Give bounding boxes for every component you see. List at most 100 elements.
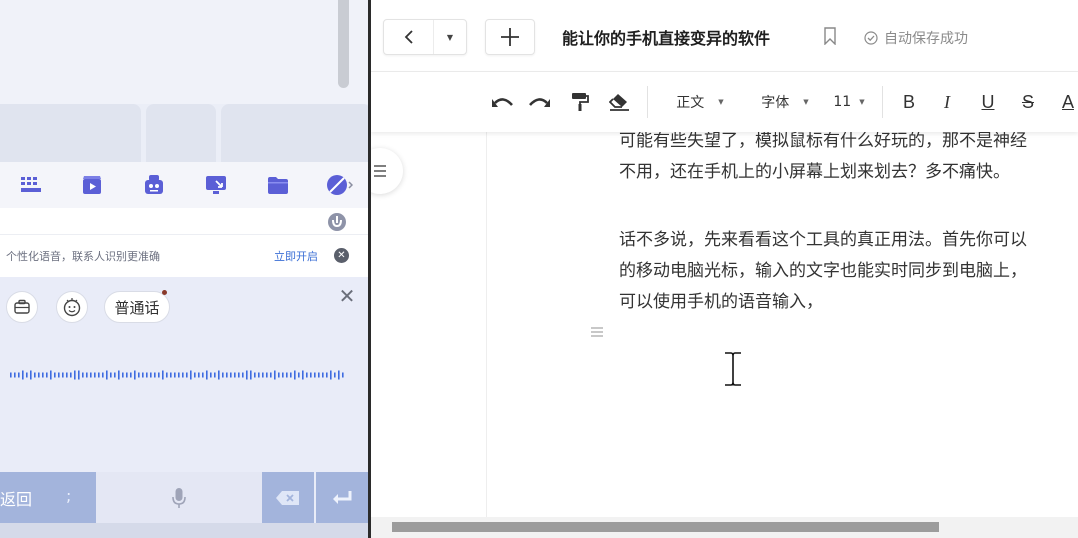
- waveform-bar: [274, 370, 276, 380]
- back-button[interactable]: [384, 20, 434, 54]
- font-family-label: 字体: [761, 95, 790, 111]
- bookmark-icon[interactable]: [823, 27, 837, 45]
- robot-face-icon[interactable]: [140, 171, 168, 199]
- microphone-icon: [172, 487, 186, 508]
- strikethrough-button[interactable]: S: [1017, 90, 1039, 114]
- horizontal-scrollbar[interactable]: [371, 517, 1078, 538]
- waveform-bar: [122, 372, 124, 378]
- text-color-button[interactable]: A: [1057, 90, 1078, 114]
- waveform-bar: [162, 370, 164, 380]
- toolbox-button[interactable]: [6, 291, 38, 323]
- voice-effect-button[interactable]: [56, 291, 88, 323]
- waveform-bar: [206, 370, 208, 380]
- waveform-bar: [114, 372, 116, 378]
- outline-toggle-button[interactable]: [371, 148, 403, 194]
- underline-button[interactable]: U: [977, 90, 999, 114]
- save-status: 自动保存成功: [864, 28, 968, 48]
- waveform-bar: [226, 372, 228, 378]
- waveform-bar: [270, 372, 272, 378]
- notification-dot: [162, 290, 167, 295]
- waveform-bar: [22, 370, 24, 380]
- document-title[interactable]: 能让你的手机直接变异的软件: [562, 25, 770, 49]
- waveform-bar: [26, 372, 28, 378]
- history-dropdown-button[interactable]: ▼: [434, 20, 466, 54]
- menu-lines-icon: [374, 165, 386, 177]
- undo-icon: [492, 98, 513, 107]
- screen-cast-icon[interactable]: [202, 171, 230, 199]
- horizontal-scrollbar-thumb[interactable]: [392, 522, 939, 532]
- waveform-bar: [102, 372, 104, 378]
- waveform-bar: [50, 370, 52, 380]
- toolbar-separator: [882, 86, 883, 118]
- candidate-tile-3[interactable]: [221, 104, 368, 162]
- navigation-group: ▼: [383, 19, 467, 55]
- banner-close-icon[interactable]: ✕: [334, 248, 349, 263]
- folder-icon[interactable]: [264, 171, 292, 199]
- waveform-bar: [306, 372, 308, 378]
- waveform-bar: [214, 372, 216, 378]
- waveform-bar: [242, 372, 244, 378]
- caret-down-icon: ▼: [446, 32, 454, 42]
- grid-apps-icon[interactable]: [17, 171, 45, 199]
- waveform-bar: [326, 372, 328, 378]
- bold-label: B: [902, 91, 915, 112]
- back-key[interactable]: 返回 ;: [0, 472, 96, 523]
- dialect-label: 普通话: [114, 298, 160, 317]
- new-document-button[interactable]: [485, 19, 535, 55]
- document-editor: ▼ 能让你的手机直接变异的软件 自动保存成功 正文 ▼ 字体 ▼ 11 ▼ B …: [371, 0, 1078, 538]
- waveform-bar: [234, 372, 236, 378]
- voice-waveform: [10, 370, 344, 380]
- waveform-bar: [158, 372, 160, 378]
- waveform-bar: [166, 372, 168, 378]
- voice-assistant-icon[interactable]: [326, 211, 348, 233]
- italic-button[interactable]: I: [936, 90, 958, 114]
- font-family-dropdown[interactable]: 字体 ▼: [754, 90, 816, 114]
- paragraph-style-label: 正文: [676, 95, 705, 111]
- video-clip-icon[interactable]: [78, 171, 106, 199]
- waveform-bar: [118, 370, 120, 380]
- undo-button[interactable]: [490, 90, 516, 114]
- banner-text: 个性化语音，联系人识别更准确: [6, 250, 160, 263]
- save-status-text: 自动保存成功: [884, 31, 968, 47]
- document-canvas[interactable]: 可能有些失望了，模拟鼠标有什么好玩的，那不是神经 不用，还在手机上的小屏幕上划来…: [371, 132, 1078, 517]
- paragraph-line: 话不多说，先来看看这个工具的真正用法。首先你可以: [619, 230, 1027, 250]
- waveform-bar: [126, 372, 128, 378]
- font-size-label: 11: [833, 94, 852, 110]
- font-size-dropdown[interactable]: 11 ▼: [829, 90, 869, 114]
- waveform-bar: [298, 372, 300, 378]
- dialect-selector[interactable]: 普通话: [104, 290, 170, 323]
- waveform-bar: [54, 372, 56, 378]
- waveform-bar: [310, 372, 312, 378]
- block-drag-handle-icon[interactable]: [590, 325, 604, 339]
- redo-button[interactable]: [526, 90, 552, 114]
- waveform-bar: [14, 372, 16, 378]
- waveform-bar: [342, 372, 344, 378]
- paragraph-line: 的移动电脑光标，输入的文字也能实时同步到电脑上，: [619, 261, 1027, 281]
- waveform-bar: [70, 372, 72, 378]
- close-voice-icon[interactable]: ✕: [336, 285, 358, 307]
- waveform-bar: [250, 370, 252, 380]
- caret-down-icon: ▼: [718, 98, 724, 106]
- waveform-bar: [106, 370, 108, 380]
- enter-key[interactable]: [316, 472, 368, 523]
- bold-button[interactable]: B: [898, 90, 920, 114]
- paragraph-style-dropdown[interactable]: 正文 ▼: [669, 90, 731, 114]
- waveform-bar: [74, 370, 76, 380]
- enable-now-link[interactable]: 立即开启: [274, 248, 318, 264]
- waveform-bar: [42, 372, 44, 378]
- waveform-bar: [182, 372, 184, 378]
- format-painter-button[interactable]: [569, 90, 591, 114]
- compass-icon[interactable]: [325, 171, 353, 199]
- backspace-icon: [276, 490, 299, 505]
- briefcase-icon: [14, 299, 30, 314]
- waveform-bar: [94, 372, 96, 378]
- delete-key[interactable]: [262, 472, 314, 523]
- candidate-tile-2[interactable]: [146, 104, 216, 162]
- waveform-bar: [150, 372, 152, 378]
- clear-format-button[interactable]: [608, 90, 632, 114]
- strikethrough-label: S: [1021, 91, 1034, 112]
- microphone-key[interactable]: [96, 472, 262, 523]
- phone-scrollbar-thumb[interactable]: [338, 0, 349, 88]
- waveform-bar: [258, 372, 260, 378]
- candidate-tile-1[interactable]: [0, 104, 141, 162]
